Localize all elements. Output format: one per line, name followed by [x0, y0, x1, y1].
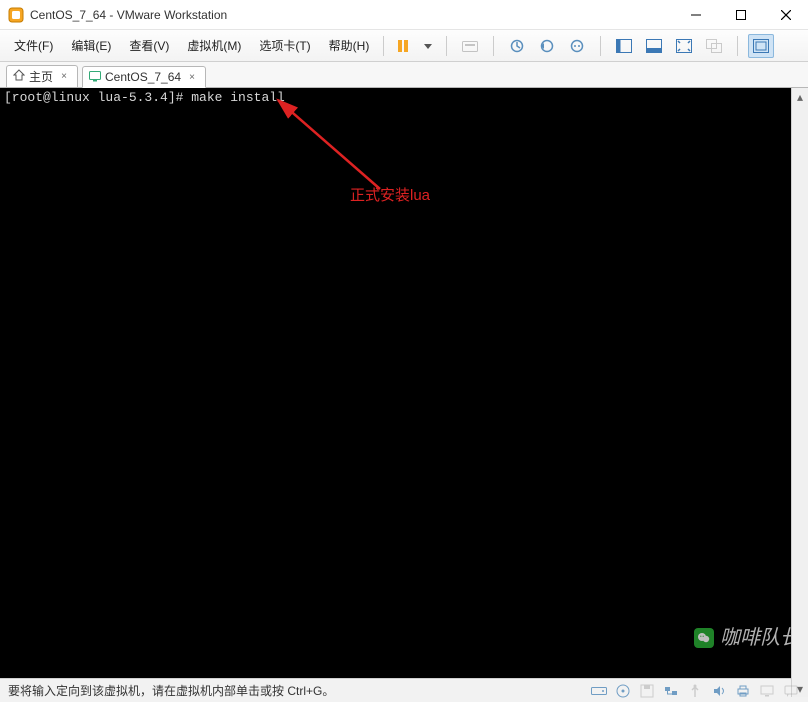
menu-tabs[interactable]: 选项卡(T)	[251, 33, 318, 58]
view-console-button[interactable]	[611, 34, 637, 58]
view-stretch-button[interactable]	[671, 34, 697, 58]
annotation-text: 正式安装lua	[350, 188, 430, 204]
separator	[737, 36, 738, 56]
minimize-button[interactable]	[673, 0, 718, 30]
send-keys-button[interactable]	[457, 34, 483, 58]
tab-close-button[interactable]: ×	[185, 70, 199, 84]
terminal-prompt: [root@linux lua-5.3.4]#	[4, 90, 191, 105]
device-tray	[590, 682, 800, 700]
snapshot-take-button[interactable]	[504, 34, 530, 58]
menu-view[interactable]: 查看(V)	[121, 33, 177, 58]
snapshot-manage-button[interactable]	[564, 34, 590, 58]
menubar: 文件(F) 编辑(E) 查看(V) 虚拟机(M) 选项卡(T) 帮助(H)	[6, 33, 377, 58]
view-thumbnail-button[interactable]	[641, 34, 667, 58]
menu-help[interactable]: 帮助(H)	[321, 33, 378, 58]
unity-button[interactable]	[701, 34, 727, 58]
menu-vm[interactable]: 虚拟机(M)	[179, 33, 249, 58]
message-icon[interactable]	[782, 682, 800, 700]
window-controls	[673, 0, 808, 30]
pause-button[interactable]	[390, 34, 416, 58]
tab-close-button[interactable]: ×	[57, 70, 71, 84]
fullscreen-button[interactable]	[748, 34, 774, 58]
cd-icon[interactable]	[614, 682, 632, 700]
wechat-icon	[694, 628, 714, 648]
hdd-icon[interactable]	[590, 682, 608, 700]
watermark-text: 咖啡队长	[720, 630, 800, 646]
home-icon	[13, 69, 25, 84]
statusbar: 要将输入定向到该虚拟机，请在虚拟机内部单击或按 Ctrl+G。	[0, 678, 808, 702]
maximize-button[interactable]	[718, 0, 763, 30]
tabstrip: 主页 × CentOS_7_64 ×	[0, 62, 808, 88]
watermark: 咖啡队长	[694, 628, 800, 648]
vertical-scrollbar[interactable]: ▴ ▾	[791, 88, 808, 697]
power-dropdown[interactable]	[420, 34, 436, 58]
printer-icon[interactable]	[734, 682, 752, 700]
floppy-icon[interactable]	[638, 682, 656, 700]
separator	[493, 36, 494, 56]
tab-home[interactable]: 主页 ×	[6, 65, 78, 87]
vm-icon	[89, 70, 101, 85]
network-icon[interactable]	[662, 682, 680, 700]
statusbar-hint: 要将输入定向到该虚拟机，请在虚拟机内部单击或按 Ctrl+G。	[8, 682, 334, 699]
display-icon[interactable]	[758, 682, 776, 700]
scroll-up-button[interactable]: ▴	[792, 88, 808, 105]
separator	[600, 36, 601, 56]
menu-edit[interactable]: 编辑(E)	[63, 33, 119, 58]
menu-file[interactable]: 文件(F)	[6, 33, 61, 58]
close-button[interactable]	[763, 0, 808, 30]
separator	[383, 36, 384, 56]
window-title: CentOS_7_64 - VMware Workstation	[30, 8, 227, 22]
app-icon	[8, 7, 24, 23]
tab-label: 主页	[29, 68, 53, 85]
annotation-arrow	[270, 94, 410, 204]
separator	[446, 36, 447, 56]
tab-label: CentOS_7_64	[105, 70, 181, 84]
terminal-command: make install	[191, 90, 285, 105]
tab-vm-centos[interactable]: CentOS_7_64 ×	[82, 66, 206, 88]
sound-icon[interactable]	[710, 682, 728, 700]
menubar-toolbar: 文件(F) 编辑(E) 查看(V) 虚拟机(M) 选项卡(T) 帮助(H)	[0, 30, 808, 62]
terminal-line: [root@linux lua-5.3.4]# make install	[4, 90, 804, 106]
toolbar	[390, 34, 774, 58]
terminal-viewport[interactable]: [root@linux lua-5.3.4]# make install 正式安…	[0, 88, 808, 678]
snapshot-revert-button[interactable]	[534, 34, 560, 58]
usb-icon[interactable]	[686, 682, 704, 700]
titlebar: CentOS_7_64 - VMware Workstation	[0, 0, 808, 30]
